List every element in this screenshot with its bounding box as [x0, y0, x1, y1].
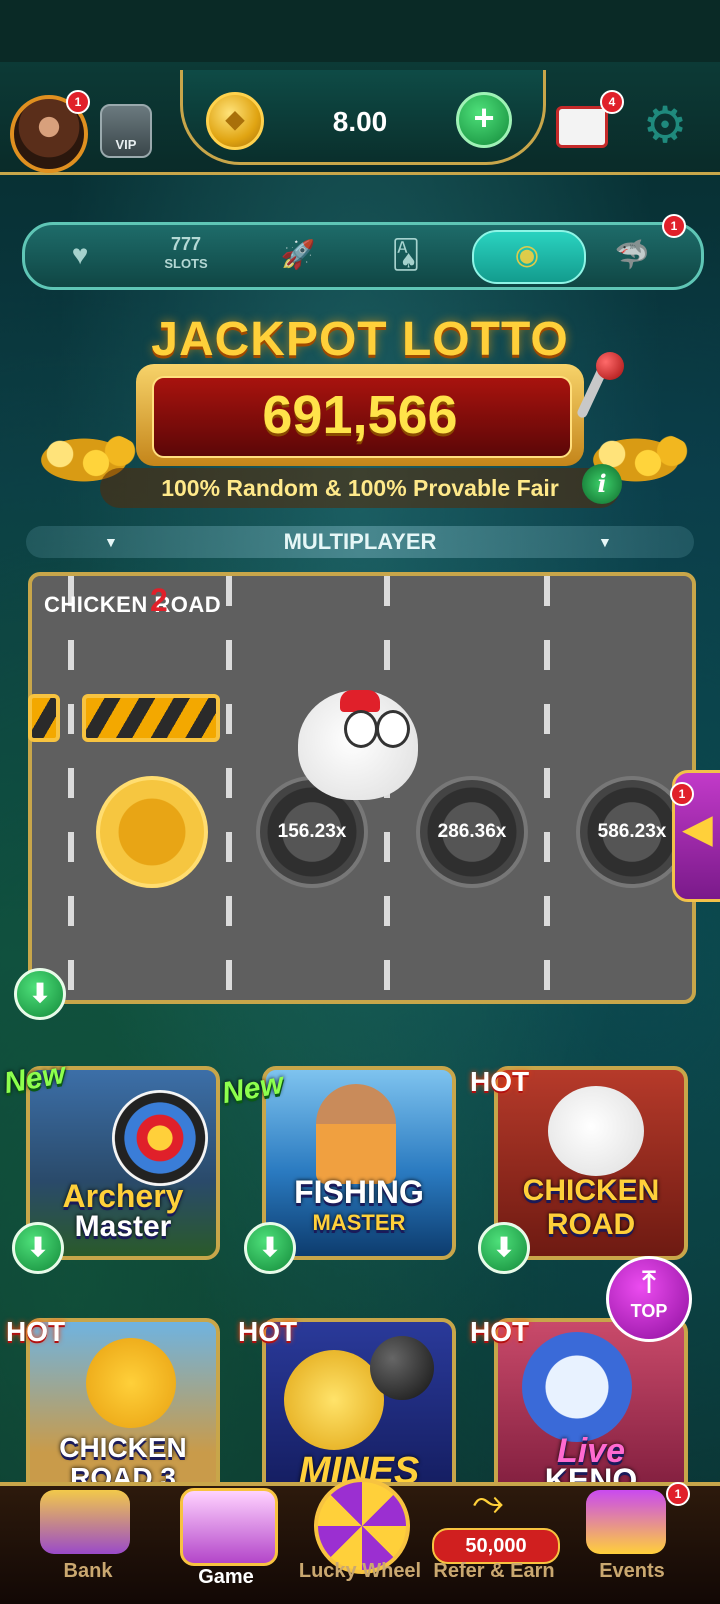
hot-tag: HOT [470, 1316, 530, 1347]
hot-tag: HOT [238, 1316, 298, 1347]
tab-fishing-badge: 1 [662, 214, 686, 238]
slot-machine-icon [180, 1488, 278, 1566]
slots-icon: 777 [170, 234, 202, 254]
lane-divider [68, 576, 74, 1000]
tab-favorites[interactable]: ♥ [38, 230, 122, 280]
scroll-top-button[interactable]: ⤒ TOP [606, 1256, 692, 1342]
rocket-icon: 🚀 [280, 239, 316, 270]
gear-icon[interactable]: ⚙ [640, 100, 690, 150]
coin-icon: ◆ [206, 92, 264, 150]
tab-crash[interactable]: 🚀 [256, 230, 340, 280]
game-title: FISHING [294, 1174, 424, 1210]
nav-events[interactable]: Events [560, 1560, 704, 1583]
multiplayer-label: MULTIPLAYER [283, 529, 437, 554]
game-title: CHICKEN [522, 1174, 660, 1207]
chicken-coin [96, 776, 208, 888]
lever-knob [596, 352, 624, 380]
roulette-icon: ◉ [514, 239, 540, 270]
heart-icon: ♥ [71, 239, 89, 270]
info-button[interactable]: i [582, 464, 622, 504]
jackpot-subtitle: 100% Random & 100% Provable Fair [100, 468, 620, 508]
hot-tag: HOT [6, 1316, 66, 1347]
game-title: MASTER [312, 1210, 406, 1235]
game-title: CHICKEN [59, 1432, 187, 1463]
fisherman-figure [316, 1084, 396, 1184]
chicken-character [548, 1086, 644, 1176]
refer-amount: 50,000 [432, 1528, 560, 1564]
chicken-eye [344, 710, 378, 748]
barrier [28, 694, 60, 742]
bank-icon [40, 1490, 130, 1554]
game-tile-fishing-master[interactable]: FISHING MASTER [262, 1066, 456, 1260]
target-icon [112, 1090, 208, 1186]
bomb-icon [370, 1336, 434, 1400]
barrier [82, 694, 220, 742]
chevron-left-icon: ◀ [682, 807, 713, 851]
nav-game[interactable]: Game [154, 1566, 298, 1589]
vip-badge[interactable]: VIP [100, 104, 152, 158]
download-button[interactable]: ⬇ [244, 1222, 296, 1274]
download-button[interactable]: ⬇ [12, 1222, 64, 1274]
mail-icon[interactable] [556, 106, 608, 148]
download-button[interactable]: ⬇ [478, 1222, 530, 1274]
events-badge: 1 [666, 1482, 690, 1506]
share-icon: ⤳ [472, 1480, 504, 1524]
chicken-character [86, 1338, 176, 1428]
slots-label: SLOTS [164, 256, 208, 271]
download-button[interactable]: ⬇ [14, 968, 66, 1020]
avatar-notification-badge: 1 [66, 90, 90, 114]
multiplier-tile[interactable]: 286.36x [416, 776, 528, 888]
shark-icon: 🦈 [614, 239, 650, 270]
jackpot-value: 691,566 [262, 385, 458, 445]
mail-notification-badge: 4 [600, 90, 624, 114]
game-logo: CHICKEN ROAD [44, 592, 222, 617]
nav-refer-earn[interactable]: Refer & Earn [422, 1560, 566, 1583]
tab-cards[interactable]: 🂡 [364, 230, 448, 280]
cards-icon: 🂡 [391, 239, 421, 270]
balance-amount: 8.00 [332, 106, 388, 137]
keno-ball-icon [522, 1332, 632, 1442]
tab-fishing[interactable]: 🦈 [590, 230, 674, 280]
game-logo-number: 2 [150, 582, 168, 618]
nav-lucky-wheel[interactable]: Lucky Wheel [288, 1560, 432, 1583]
arrow-up-icon: ⤒ [642, 1266, 656, 1299]
lane-divider [226, 576, 232, 1000]
nav-bank[interactable]: Bank [16, 1560, 160, 1583]
vip-label: VIP [115, 137, 137, 152]
lane-divider [544, 576, 550, 1000]
chicken-eye [376, 710, 410, 748]
chicken-comb [340, 690, 380, 712]
side-panel-badge: 1 [670, 782, 694, 806]
tab-slots[interactable]: 777 SLOTS [144, 230, 228, 280]
chevron-down-icon: ▼ [598, 534, 612, 550]
gift-icon [586, 1490, 666, 1554]
top-label: TOP [630, 1301, 668, 1321]
star-coin-icon [284, 1350, 384, 1450]
add-funds-button[interactable]: + [456, 92, 512, 148]
hot-tag: HOT [470, 1066, 530, 1097]
